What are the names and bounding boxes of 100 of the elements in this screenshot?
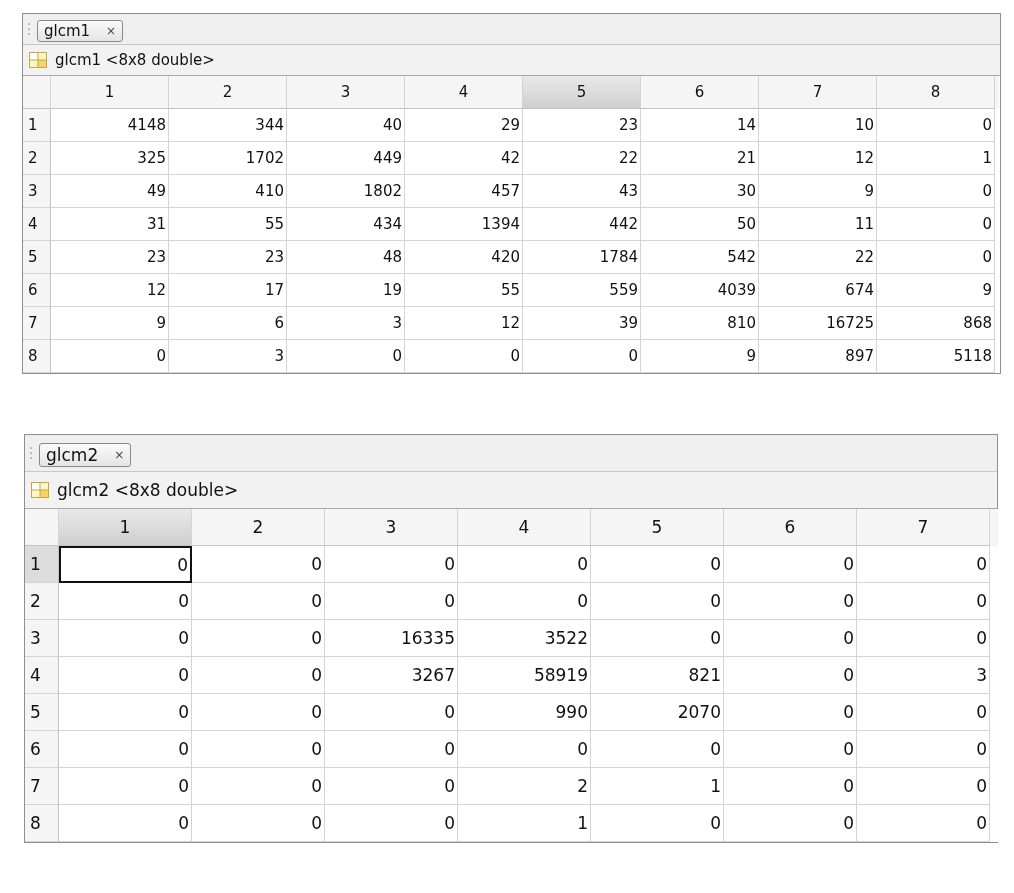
table-cell[interactable]: 1784	[523, 241, 641, 274]
row-header[interactable]: 5	[23, 241, 51, 274]
table-cell[interactable]: 0	[59, 583, 192, 620]
table-cell[interactable]: 0	[877, 109, 995, 142]
table-cell[interactable]: 0	[458, 583, 591, 620]
table-cell[interactable]: 0	[857, 583, 990, 620]
table-cell[interactable]: 3	[857, 657, 990, 694]
table-cell[interactable]: 23	[523, 109, 641, 142]
table-cell[interactable]: 457	[405, 175, 523, 208]
table-cell[interactable]: 6	[169, 307, 287, 340]
table-cell[interactable]: 0	[192, 657, 325, 694]
table-cell[interactable]: 0	[59, 731, 192, 768]
table-cell[interactable]: 22	[759, 241, 877, 274]
table-cell[interactable]: 0	[59, 694, 192, 731]
table-cell[interactable]: 2	[458, 768, 591, 805]
table-cell[interactable]: 23	[169, 241, 287, 274]
row-header[interactable]: 6	[23, 274, 51, 307]
column-header[interactable]: 1	[59, 509, 192, 546]
table-cell[interactable]: 410	[169, 175, 287, 208]
table-cell[interactable]: 55	[169, 208, 287, 241]
table-cell[interactable]: 0	[192, 620, 325, 657]
table-cell[interactable]: 0	[325, 805, 458, 842]
table-cell[interactable]: 50	[641, 208, 759, 241]
table-cell[interactable]: 1	[458, 805, 591, 842]
table-cell[interactable]: 0	[857, 694, 990, 731]
table-cell[interactable]: 21	[641, 142, 759, 175]
column-header[interactable]: 3	[325, 509, 458, 546]
table-cell[interactable]: 559	[523, 274, 641, 307]
table-cell[interactable]: 4148	[51, 109, 169, 142]
table-cell[interactable]: 0	[287, 340, 405, 373]
table-cell[interactable]: 0	[192, 694, 325, 731]
table-cell[interactable]: 542	[641, 241, 759, 274]
table-cell[interactable]: 0	[857, 805, 990, 842]
column-header[interactable]: 1	[51, 76, 169, 109]
table-cell[interactable]: 0	[724, 768, 857, 805]
table-cell[interactable]: 0	[405, 340, 523, 373]
table-cell[interactable]: 5118	[877, 340, 995, 373]
column-header[interactable]: 4	[405, 76, 523, 109]
row-header[interactable]: 2	[23, 142, 51, 175]
table-cell[interactable]: 31	[51, 208, 169, 241]
table-cell[interactable]: 0	[192, 768, 325, 805]
table-cell[interactable]: 990	[458, 694, 591, 731]
table-cell[interactable]: 0	[325, 768, 458, 805]
table-cell[interactable]: 55	[405, 274, 523, 307]
table-cell[interactable]: 11	[759, 208, 877, 241]
table-cell[interactable]: 19	[287, 274, 405, 307]
row-header[interactable]: 3	[23, 175, 51, 208]
row-header[interactable]: 2	[25, 583, 59, 620]
table-cell[interactable]: 0	[724, 583, 857, 620]
table-cell[interactable]: 868	[877, 307, 995, 340]
table-cell[interactable]: 0	[458, 546, 591, 583]
table-cell[interactable]: 344	[169, 109, 287, 142]
column-header[interactable]: 3	[287, 76, 405, 109]
table-cell[interactable]: 3	[169, 340, 287, 373]
close-tab-button[interactable]: ×	[114, 448, 125, 462]
table-cell[interactable]: 49	[51, 175, 169, 208]
table-cell[interactable]: 16725	[759, 307, 877, 340]
table-cell[interactable]: 0	[591, 583, 724, 620]
table-cell[interactable]: 0	[591, 805, 724, 842]
column-header[interactable]: 2	[192, 509, 325, 546]
table-cell[interactable]: 810	[641, 307, 759, 340]
table-cell[interactable]: 22	[523, 142, 641, 175]
table-cell[interactable]: 10	[759, 109, 877, 142]
table-cell[interactable]: 14	[641, 109, 759, 142]
row-header[interactable]: 8	[25, 805, 59, 842]
column-header[interactable]: 5	[523, 76, 641, 109]
table-cell[interactable]: 0	[523, 340, 641, 373]
table-cell[interactable]: 0	[724, 694, 857, 731]
table-cell[interactable]: 0	[857, 731, 990, 768]
table-cell[interactable]: 0	[59, 768, 192, 805]
table-cell[interactable]: 1394	[405, 208, 523, 241]
table-cell[interactable]: 9	[759, 175, 877, 208]
row-header[interactable]: 4	[25, 657, 59, 694]
table-cell[interactable]: 0	[325, 731, 458, 768]
table-cell[interactable]: 9	[641, 340, 759, 373]
table-cell[interactable]: 0	[724, 620, 857, 657]
table-cell[interactable]: 0	[325, 583, 458, 620]
table-cell[interactable]: 0	[591, 546, 724, 583]
table-cell[interactable]: 420	[405, 241, 523, 274]
table-cell[interactable]: 23	[51, 241, 169, 274]
table-cell[interactable]: 12	[405, 307, 523, 340]
table-cell[interactable]: 0	[325, 694, 458, 731]
table-cell[interactable]: 2070	[591, 694, 724, 731]
table-cell[interactable]: 3	[287, 307, 405, 340]
column-header[interactable]: 7	[759, 76, 877, 109]
table-cell[interactable]: 434	[287, 208, 405, 241]
table-cell[interactable]: 897	[759, 340, 877, 373]
table-cell[interactable]: 42	[405, 142, 523, 175]
editor-tab[interactable]: glcm1 ×	[37, 20, 124, 42]
row-header[interactable]: 7	[23, 307, 51, 340]
row-header[interactable]: 4	[23, 208, 51, 241]
table-cell[interactable]: 0	[724, 546, 857, 583]
table-cell[interactable]: 9	[51, 307, 169, 340]
column-header[interactable]: 6	[724, 509, 857, 546]
table-cell[interactable]: 0	[51, 340, 169, 373]
editor-tab[interactable]: glcm2 ×	[39, 443, 132, 467]
table-cell[interactable]: 3522	[458, 620, 591, 657]
table-cell[interactable]: 821	[591, 657, 724, 694]
table-cell[interactable]: 3267	[325, 657, 458, 694]
table-cell[interactable]: 0	[59, 657, 192, 694]
